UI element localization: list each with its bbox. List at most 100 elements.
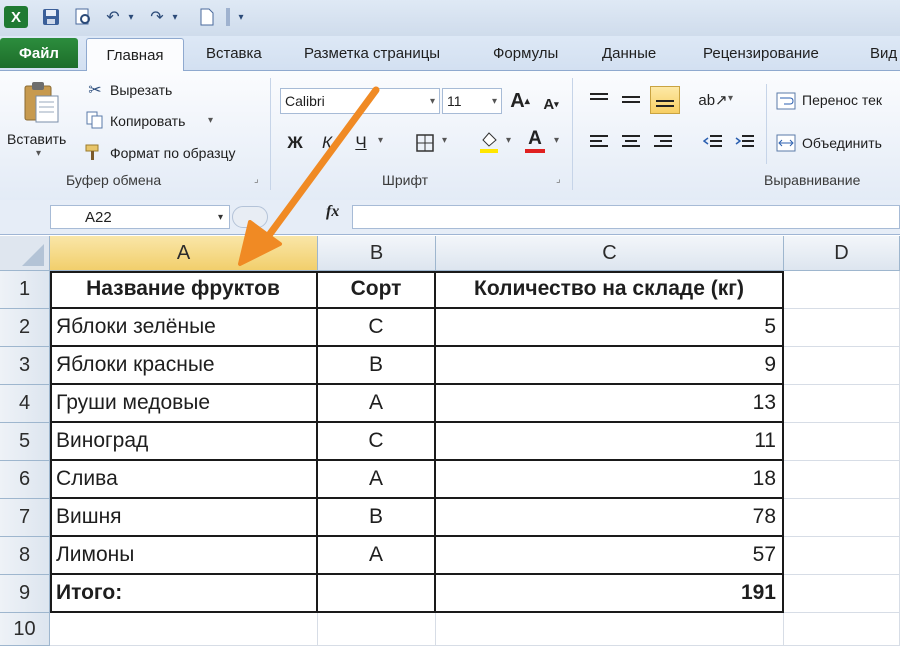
empty-cell[interactable] [50, 613, 318, 646]
paste-icon[interactable] [20, 80, 62, 124]
tab-data[interactable]: Данные [602, 45, 656, 62]
font-launcher-icon[interactable]: ⌟ [556, 174, 561, 185]
row-header[interactable]: 1 [0, 271, 50, 309]
table-cell-name[interactable]: Лимоны [50, 537, 318, 575]
row-header[interactable]: 9 [0, 575, 50, 613]
excel-logo-icon[interactable]: X [4, 6, 28, 28]
align-top-icon[interactable] [586, 88, 612, 112]
empty-cell[interactable] [784, 537, 900, 575]
align-center-icon[interactable] [618, 130, 644, 154]
total-value-cell[interactable]: 191 [436, 575, 784, 613]
table-cell-name[interactable]: Яблоки зелёные [50, 309, 318, 347]
empty-cell[interactable] [784, 347, 900, 385]
row-header[interactable]: 4 [0, 385, 50, 423]
tab-file[interactable]: Файл [0, 38, 78, 68]
cell-a1[interactable]: Название фруктов [50, 271, 318, 309]
merge-button[interactable]: Объединить [802, 135, 882, 151]
fill-color-icon[interactable] [476, 128, 502, 156]
italic-button[interactable]: К [314, 130, 340, 156]
table-cell-qty[interactable]: 18 [436, 461, 784, 499]
empty-cell[interactable] [784, 423, 900, 461]
cell-d1[interactable] [784, 271, 900, 309]
decrease-font-size-icon[interactable]: A ▾ [540, 92, 562, 116]
empty-cell[interactable] [784, 499, 900, 537]
align-bottom-icon[interactable] [650, 86, 680, 114]
name-box[interactable]: A22 ▾ [50, 205, 230, 229]
empty-cell[interactable] [436, 613, 784, 646]
fill-color-dropdown-icon[interactable]: ▾ [506, 135, 511, 146]
empty-cell[interactable] [784, 461, 900, 499]
tab-page-layout[interactable]: Разметка страницы [304, 45, 440, 62]
table-cell-grade[interactable]: B [318, 499, 436, 537]
table-cell-qty[interactable]: 9 [436, 347, 784, 385]
new-document-icon[interactable] [196, 6, 218, 28]
print-preview-icon[interactable] [72, 6, 94, 28]
increase-indent-icon[interactable] [732, 130, 758, 154]
column-header-a[interactable]: A [50, 236, 318, 271]
row-header[interactable]: 7 [0, 499, 50, 537]
formula-bar-expander[interactable] [232, 206, 268, 228]
table-cell-grade[interactable]: A [318, 537, 436, 575]
table-cell-grade[interactable]: A [318, 461, 436, 499]
table-cell-grade[interactable]: C [318, 309, 436, 347]
copy-dropdown-icon[interactable]: ▾ [208, 115, 213, 126]
text-orientation-icon[interactable]: ab↗ [698, 88, 727, 112]
redo-dropdown-icon[interactable]: ▾ [168, 6, 182, 28]
customize-toolbar-icon[interactable]: ▾ [234, 6, 248, 28]
tab-review[interactable]: Рецензирование [703, 45, 819, 62]
underline-dropdown-icon[interactable]: ▾ [378, 135, 383, 146]
table-cell-name[interactable]: Яблоки красные [50, 347, 318, 385]
table-cell-qty[interactable]: 78 [436, 499, 784, 537]
borders-dropdown-icon[interactable]: ▾ [442, 135, 447, 146]
table-cell-qty[interactable]: 5 [436, 309, 784, 347]
table-cell-grade[interactable]: C [318, 423, 436, 461]
empty-cell[interactable] [318, 613, 436, 646]
row-header[interactable]: 3 [0, 347, 50, 385]
row-header[interactable]: 10 [0, 613, 50, 646]
total-empty-cell[interactable] [318, 575, 436, 613]
column-header-c[interactable]: C [436, 236, 784, 271]
paste-button[interactable]: Вставить [7, 131, 66, 147]
font-color-dropdown-icon[interactable]: ▾ [554, 135, 559, 146]
redo-icon[interactable]: ↷ [146, 6, 168, 28]
tab-view[interactable]: Вид [870, 45, 897, 62]
undo-icon[interactable]: ↶ [102, 6, 124, 28]
copy-button[interactable]: Копировать [110, 113, 185, 129]
row-header[interactable]: 6 [0, 461, 50, 499]
wrap-text-button[interactable]: Перенос тек [802, 92, 882, 108]
paste-dropdown-icon[interactable]: ▾ [36, 148, 41, 159]
borders-icon[interactable] [412, 130, 438, 156]
cut-button[interactable]: Вырезать [110, 82, 172, 98]
align-middle-icon[interactable] [618, 88, 644, 112]
row-header[interactable]: 8 [0, 537, 50, 575]
column-header-b[interactable]: B [318, 236, 436, 271]
tab-home[interactable]: Главная [86, 38, 184, 72]
bold-button[interactable]: Ж [282, 130, 308, 156]
underline-button[interactable]: Ч [348, 130, 374, 156]
formula-input[interactable] [352, 205, 900, 229]
align-right-icon[interactable] [650, 130, 676, 154]
font-size-combo[interactable]: 11 ▾ [442, 88, 502, 114]
empty-cell[interactable] [784, 385, 900, 423]
decrease-indent-icon[interactable] [700, 130, 726, 154]
table-cell-name[interactable]: Вишня [50, 499, 318, 537]
table-cell-name[interactable]: Слива [50, 461, 318, 499]
clipboard-launcher-icon[interactable]: ⌟ [254, 174, 259, 185]
select-all-corner[interactable] [0, 236, 50, 271]
font-name-combo[interactable]: Calibri ▾ [280, 88, 440, 114]
font-color-icon[interactable]: A [522, 126, 548, 156]
total-label-cell[interactable]: Итого: [50, 575, 318, 613]
row-header[interactable]: 2 [0, 309, 50, 347]
table-cell-name[interactable]: Виноград [50, 423, 318, 461]
table-cell-name[interactable]: Груши медовые [50, 385, 318, 423]
table-cell-qty[interactable]: 57 [436, 537, 784, 575]
table-cell-grade[interactable]: B [318, 347, 436, 385]
column-header-d[interactable]: D [784, 236, 900, 271]
empty-cell[interactable] [784, 309, 900, 347]
table-cell-qty[interactable]: 11 [436, 423, 784, 461]
undo-dropdown-icon[interactable]: ▾ [124, 6, 138, 28]
empty-cell[interactable] [784, 575, 900, 613]
empty-cell[interactable] [784, 613, 900, 646]
insert-function-icon[interactable]: fx [326, 203, 339, 221]
tab-formulas[interactable]: Формулы [493, 45, 558, 62]
